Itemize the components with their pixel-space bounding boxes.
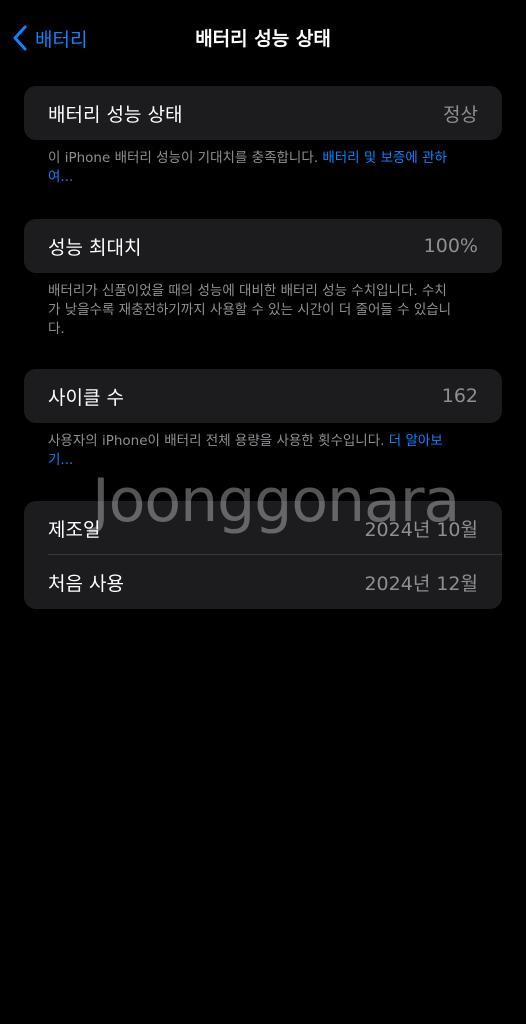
max-capacity-card: 성능 최대치 100% — [24, 219, 502, 273]
first-use-row: 처음 사용 2024년 12월 — [24, 555, 502, 609]
manufacture-date-label: 제조일 — [48, 518, 101, 541]
max-capacity-footnote: 배터리가 신품이었을 때의 성능에 대비한 배터리 성능 수치입니다. 수치가 … — [48, 283, 452, 337]
battery-health-label: 배터리 성능 상태 — [48, 103, 183, 126]
battery-health-footnote: 이 iPhone 배터리 성능이 기대치를 충족합니다. 배터리 및 보증에 관… — [48, 149, 458, 187]
navigation-bar: 배터리 배터리 성능 상태 — [0, 0, 526, 78]
first-use-label: 처음 사용 — [48, 572, 124, 595]
dates-card: 제조일 2024년 10월 처음 사용 2024년 12월 — [24, 501, 502, 609]
max-capacity-value: 100% — [423, 235, 478, 257]
max-capacity-label: 성능 최대치 — [48, 236, 142, 259]
cycle-count-footnote: 사용자의 iPhone이 배터리 전체 용량을 사용한 횟수입니다. 더 알아보… — [48, 432, 458, 470]
battery-health-value: 정상 — [443, 103, 478, 126]
cycle-count-value: 162 — [441, 385, 478, 407]
page-title: 배터리 성능 상태 — [195, 28, 331, 50]
max-capacity-row: 성능 최대치 100% — [24, 219, 502, 273]
manufacture-date-value: 2024년 10월 — [364, 518, 478, 541]
cycle-count-row: 사이클 수 162 — [24, 369, 502, 423]
battery-health-footnote-text: 이 iPhone 배터리 성능이 기대치를 충족합니다. — [48, 150, 323, 166]
manufacture-date-row: 제조일 2024년 10월 — [24, 501, 502, 555]
battery-health-card: 배터리 성능 상태 정상 — [24, 86, 502, 140]
cycle-count-footnote-text: 사용자의 iPhone이 배터리 전체 용량을 사용한 횟수입니다. — [48, 433, 389, 449]
first-use-value: 2024년 12월 — [364, 572, 478, 595]
cycle-count-label: 사이클 수 — [48, 386, 124, 409]
battery-health-row: 배터리 성능 상태 정상 — [24, 86, 502, 140]
cycle-count-card: 사이클 수 162 — [24, 369, 502, 423]
